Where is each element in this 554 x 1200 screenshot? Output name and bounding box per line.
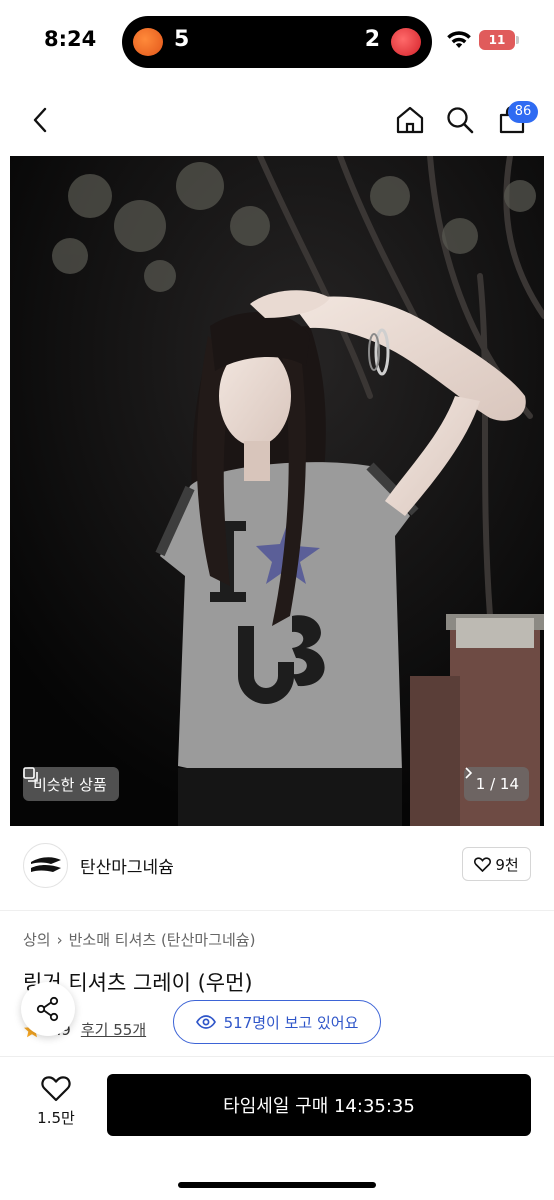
similar-products-label: 비슷한 상품 xyxy=(33,775,107,794)
share-icon xyxy=(36,996,59,1022)
heart-icon xyxy=(474,856,492,872)
similar-items-icon xyxy=(23,767,38,782)
product-photo xyxy=(10,156,544,826)
buy-button[interactable]: 타임세일 구매 14:35:35 xyxy=(107,1074,531,1136)
chevron-right-icon xyxy=(465,767,472,779)
eagles-logo-icon xyxy=(133,28,163,56)
share-button[interactable] xyxy=(21,982,75,1036)
cart-count-badge: 86 xyxy=(508,101,538,123)
reviews-link[interactable]: 후기 55개 xyxy=(81,1019,146,1040)
right-team-score: 2 xyxy=(364,27,380,52)
live-viewers-text: 517명이 보고 있어요 xyxy=(223,1013,359,1032)
eye-icon xyxy=(195,1015,216,1029)
heart-icon xyxy=(41,1076,71,1102)
landers-logo-icon xyxy=(391,28,421,56)
product-image-gallery[interactable]: 비슷한 상품 1 / 14 xyxy=(10,156,544,826)
battery-tip xyxy=(516,36,519,44)
shop-like-count: 9천 xyxy=(495,855,519,874)
breadcrumb-separator-icon: › xyxy=(56,930,63,949)
left-team-score: 5 xyxy=(174,27,190,52)
gallery-page-indicator[interactable]: 1 / 14 xyxy=(463,767,529,801)
chevron-left-icon xyxy=(33,107,47,133)
search-button[interactable] xyxy=(442,102,478,138)
search-icon xyxy=(447,107,474,134)
back-button[interactable] xyxy=(22,102,58,138)
shop-name[interactable]: 탄산마그네슘 xyxy=(80,853,174,878)
home-button[interactable] xyxy=(392,102,428,138)
wifi-icon xyxy=(447,31,471,48)
live-viewers-badge: 517명이 보고 있어요 xyxy=(173,1000,381,1044)
battery-indicator: 11 xyxy=(479,30,515,50)
breadcrumb-item-category[interactable]: 상의 xyxy=(23,929,51,950)
section-divider xyxy=(0,910,554,911)
shop-logo-icon xyxy=(30,856,61,872)
shop-logo[interactable] xyxy=(23,843,68,888)
wishlist-count: 1.5만 xyxy=(37,1109,75,1127)
shop-info-row: 탄산마그네슘 9천 xyxy=(0,836,554,896)
status-time: 8:24 xyxy=(44,27,97,51)
gallery-page-count: 1 / 14 xyxy=(475,775,519,793)
breadcrumb-item-subcategory[interactable]: 반소매 티셔츠 (탄산마그네슘) xyxy=(69,929,256,950)
top-nav-bar xyxy=(0,84,554,156)
similar-products-button[interactable]: 비슷한 상품 xyxy=(23,767,119,801)
shop-like-button[interactable]: 9천 xyxy=(462,847,531,881)
status-bar: 8:24 5 2 11 xyxy=(0,0,554,84)
bottom-action-bar: 1.5만 타임세일 구매 14:35:35 xyxy=(0,1056,554,1200)
dynamic-island-live-score[interactable]: 5 2 xyxy=(122,16,432,68)
home-icon xyxy=(396,106,424,134)
home-indicator[interactable] xyxy=(178,1182,376,1188)
breadcrumb: 상의 › 반소매 티셔츠 (탄산마그네슘) xyxy=(23,929,255,950)
wishlist-button[interactable]: 1.5만 xyxy=(24,1075,88,1128)
